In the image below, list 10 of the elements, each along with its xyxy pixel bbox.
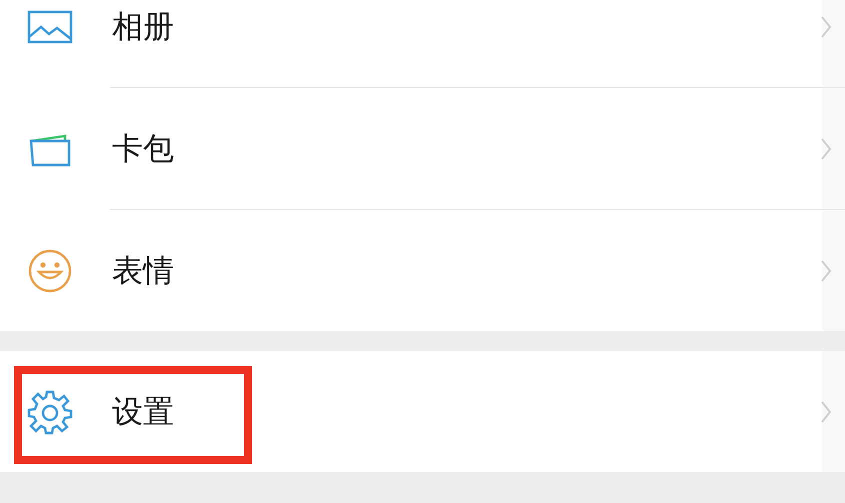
chevron-icon bbox=[820, 14, 832, 38]
settings-icon bbox=[27, 388, 73, 434]
chevron-icon bbox=[820, 400, 832, 424]
menu-label: 表情 bbox=[112, 252, 175, 290]
menu-label: 卡包 bbox=[112, 130, 175, 168]
chevron-icon bbox=[820, 136, 832, 160]
menu-label: 设置 bbox=[112, 392, 175, 432]
chevron-icon bbox=[820, 258, 832, 282]
menu-label: 相册 bbox=[112, 8, 175, 46]
smiley-icon bbox=[27, 248, 73, 294]
